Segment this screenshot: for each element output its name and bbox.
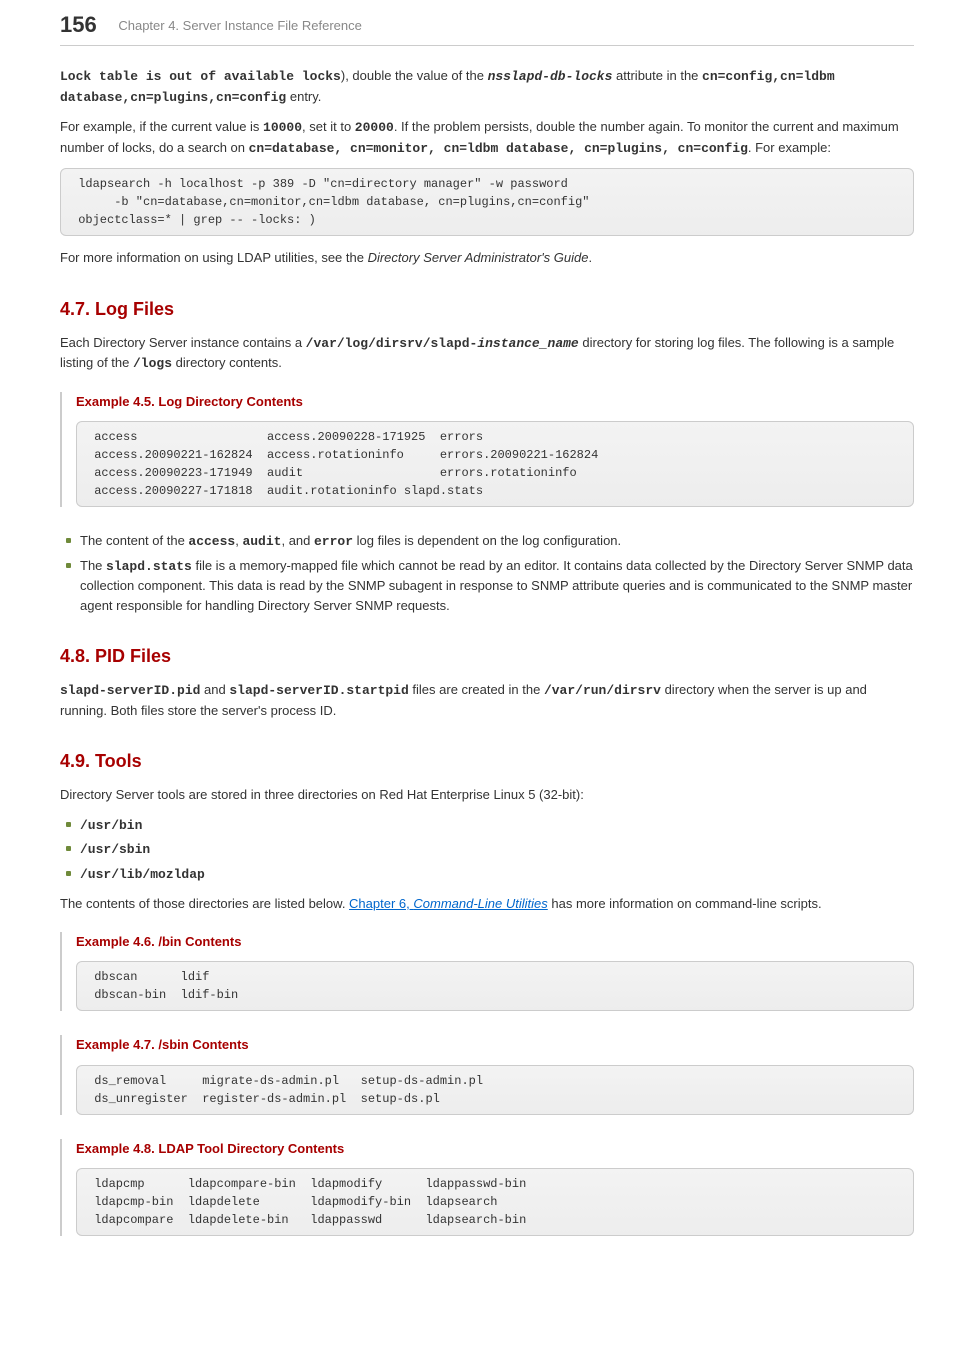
code-ldapsearch: ldapsearch -h localhost -p 389 -D "cn=di… <box>60 168 914 236</box>
text: . <box>588 250 592 265</box>
dn-text-2: cn=database, cn=monitor, cn=ldbm databas… <box>249 141 748 156</box>
link-text-b: Command-Line Utilities <box>413 896 547 911</box>
pid-dir: /var/run/dirsrv <box>544 683 661 698</box>
chapter-label: Chapter 4. Server Instance File Referenc… <box>118 18 362 33</box>
pid-file-2: slapd-serverID.startpid <box>229 683 408 698</box>
page-header: 156 Chapter 4. Server Instance File Refe… <box>60 0 914 46</box>
value-10000: 10000 <box>263 120 302 135</box>
code-log-listing: access access.20090228-171925 errors acc… <box>76 421 914 507</box>
dir-usr-bin: /usr/bin <box>80 818 142 833</box>
text: ), double the value of the <box>341 68 488 83</box>
code-sbin-contents: ds_removal migrate-ds-admin.pl setup-ds-… <box>76 1065 914 1115</box>
list-item: The slapd.stats file is a memory-mapped … <box>66 556 914 616</box>
list-item: /usr/bin <box>66 815 914 836</box>
text: The content of the <box>80 533 188 548</box>
list-item: /usr/sbin <box>66 839 914 860</box>
link-chapter-6[interactable]: Chapter 6, Command-Line Utilities <box>349 896 548 911</box>
example-title: Example 4.7. /sbin Contents <box>76 1035 914 1055</box>
example-4-8: Example 4.8. LDAP Tool Directory Content… <box>60 1139 914 1237</box>
tools-dirs-list: /usr/bin /usr/sbin /usr/lib/mozldap <box>60 815 914 885</box>
list-item: The content of the access, audit, and er… <box>66 531 914 552</box>
example-4-6: Example 4.6. /bin Contents dbscan ldif d… <box>60 932 914 1012</box>
log-notes-list: The content of the access, audit, and er… <box>60 531 914 615</box>
text: files are created in the <box>409 682 544 697</box>
intro-paragraph-2: For example, if the current value is 100… <box>60 117 914 158</box>
example-title: Example 4.6. /bin Contents <box>76 932 914 952</box>
text: . For example: <box>748 140 831 155</box>
text: The contents of those directories are li… <box>60 896 349 911</box>
audit-name: audit <box>242 534 281 549</box>
code-ldap-tools: ldapcmp ldapcompare-bin ldapmodify ldapp… <box>76 1168 914 1236</box>
text: directory contents. <box>172 355 282 370</box>
tools-p1: Directory Server tools are stored in thr… <box>60 785 914 805</box>
link-text-a: Chapter 6, <box>349 896 413 911</box>
value-20000: 20000 <box>355 120 394 135</box>
example-title: Example 4.5. Log Directory Contents <box>76 392 914 412</box>
guide-title: Directory Server Administrator's Guide <box>368 250 589 265</box>
text: has more information on command-line scr… <box>548 896 822 911</box>
slapd-stats-name: slapd.stats <box>106 559 192 574</box>
text: and <box>200 682 229 697</box>
tools-p2: The contents of those directories are li… <box>60 894 914 914</box>
example-4-5: Example 4.5. Log Directory Contents acce… <box>60 392 914 508</box>
text: log files is dependent on the log config… <box>353 533 621 548</box>
section-log-files-heading: 4.7. Log Files <box>60 296 914 323</box>
intro-paragraph-1: Lock table is out of available locks), d… <box>60 66 914 107</box>
error-name: error <box>314 534 353 549</box>
text: The <box>80 558 106 573</box>
text: , set it to <box>302 119 355 134</box>
text: file is a memory-mapped file which canno… <box>80 558 913 613</box>
page-number: 156 <box>60 12 97 37</box>
lock-error-text: Lock table is out of available locks <box>60 69 341 84</box>
code-bin-contents: dbscan ldif dbscan-bin ldif-bin <box>76 961 914 1011</box>
attr-name: nsslapd-db-locks <box>488 69 613 84</box>
text: Each Directory Server instance contains … <box>60 335 306 350</box>
intro-paragraph-3: For more information on using LDAP utili… <box>60 248 914 268</box>
example-title: Example 4.8. LDAP Tool Directory Content… <box>76 1139 914 1159</box>
text: entry. <box>286 89 321 104</box>
logs-dir: /logs <box>133 356 172 371</box>
text: For example, if the current value is <box>60 119 263 134</box>
pid-files-p1: slapd-serverID.pid and slapd-serverID.st… <box>60 680 914 720</box>
dir-usr-lib-mozldap: /usr/lib/mozldap <box>80 867 205 882</box>
access-name: access <box>188 534 235 549</box>
section-pid-files-heading: 4.8. PID Files <box>60 643 914 670</box>
list-item: /usr/lib/mozldap <box>66 864 914 885</box>
section-tools-heading: 4.9. Tools <box>60 748 914 775</box>
log-files-p1: Each Directory Server instance contains … <box>60 333 914 374</box>
page-content: Lock table is out of available locks), d… <box>60 66 914 1236</box>
example-4-7: Example 4.7. /sbin Contents ds_removal m… <box>60 1035 914 1115</box>
log-path-b: instance_name <box>477 336 578 351</box>
text: For more information on using LDAP utili… <box>60 250 368 265</box>
dir-usr-sbin: /usr/sbin <box>80 842 150 857</box>
text: attribute in the <box>612 68 702 83</box>
pid-file-1: slapd-serverID.pid <box>60 683 200 698</box>
log-path-a: /var/log/dirsrv/slapd- <box>306 336 478 351</box>
text: , and <box>281 533 314 548</box>
